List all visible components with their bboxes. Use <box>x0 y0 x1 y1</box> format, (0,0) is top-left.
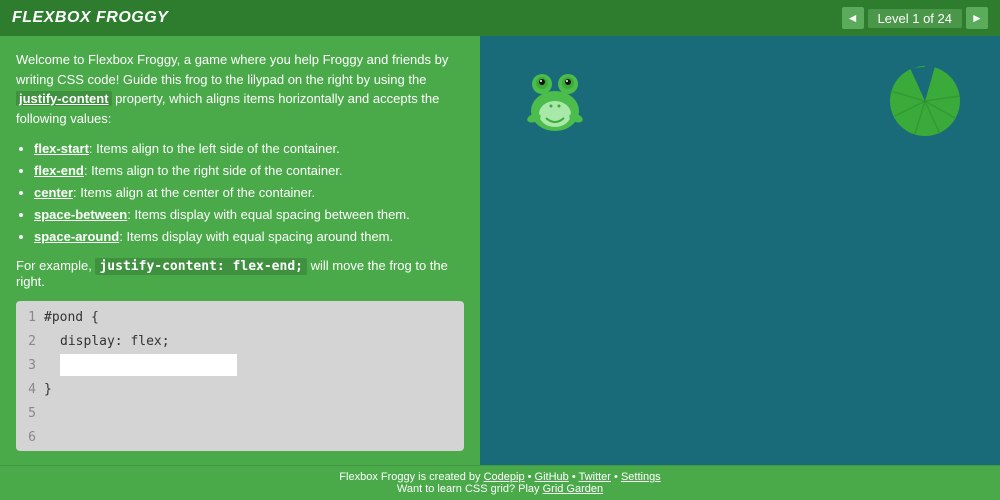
bullet-list: flex-start: Items align to the left side… <box>34 138 464 248</box>
frog-container <box>520 66 590 139</box>
app-title: FLEXBOX FROGGY <box>12 9 168 27</box>
footer-line2: Want to learn CSS grid? Play Grid Garden <box>5 483 995 495</box>
twitter-link[interactable]: Twitter <box>579 471 611 483</box>
level-indicator: Level 1 of 24 <box>868 9 962 28</box>
property-highlight: justify-content <box>16 91 112 106</box>
github-link[interactable]: GitHub <box>535 471 569 483</box>
code-line-2: 2 display: flex; <box>16 329 464 353</box>
list-item: flex-start: Items align to the left side… <box>34 138 464 160</box>
footer-line1: Flexbox Froggy is created by Codepip • G… <box>5 471 995 483</box>
top-nav: FLEXBOX FROGGY ◄ Level 1 of 24 ► <box>0 0 1000 36</box>
code-line-6: 6 <box>16 425 464 449</box>
list-item: space-between: Items display with equal … <box>34 204 464 226</box>
description-text: Welcome to Flexbox Froggy, a game where … <box>16 50 464 128</box>
css-input[interactable] <box>60 354 237 376</box>
settings-link[interactable]: Settings <box>621 471 661 483</box>
list-item: center: Items align at the center of the… <box>34 182 464 204</box>
example-text: For example, justify-content: flex-end; … <box>16 258 464 289</box>
code-line-1: 1 #pond { <box>16 305 464 329</box>
lilypad-icon <box>880 56 970 136</box>
frog-icon <box>520 66 590 136</box>
code-lines: 1 #pond { 2 display: flex; 3 4 } 5 <box>16 301 464 451</box>
main-layout: Welcome to Flexbox Froggy, a game where … <box>0 36 1000 465</box>
code-line-7: 7 <box>16 449 464 451</box>
list-item: space-around: Items display with equal s… <box>34 226 464 248</box>
description-intro: Welcome to Flexbox Froggy, a game where … <box>16 52 448 87</box>
codepip-link[interactable]: Codepip <box>484 471 525 483</box>
pond-panel <box>480 36 1000 465</box>
prev-level-button[interactable]: ◄ <box>842 7 864 29</box>
code-line-4: 4 } <box>16 377 464 401</box>
next-level-button[interactable]: ► <box>966 7 988 29</box>
lilypad-container <box>880 56 970 139</box>
left-panel: Welcome to Flexbox Froggy, a game where … <box>0 36 480 465</box>
list-item: flex-end: Items align to the right side … <box>34 160 464 182</box>
code-line-3[interactable]: 3 <box>16 353 464 377</box>
level-nav: ◄ Level 1 of 24 ► <box>842 7 988 29</box>
grid-garden-link[interactable]: Grid Garden <box>543 483 604 495</box>
code-editor: 1 #pond { 2 display: flex; 3 4 } 5 <box>16 301 464 451</box>
footer: Flexbox Froggy is created by Codepip • G… <box>0 465 1000 500</box>
code-line-5: 5 <box>16 401 464 425</box>
